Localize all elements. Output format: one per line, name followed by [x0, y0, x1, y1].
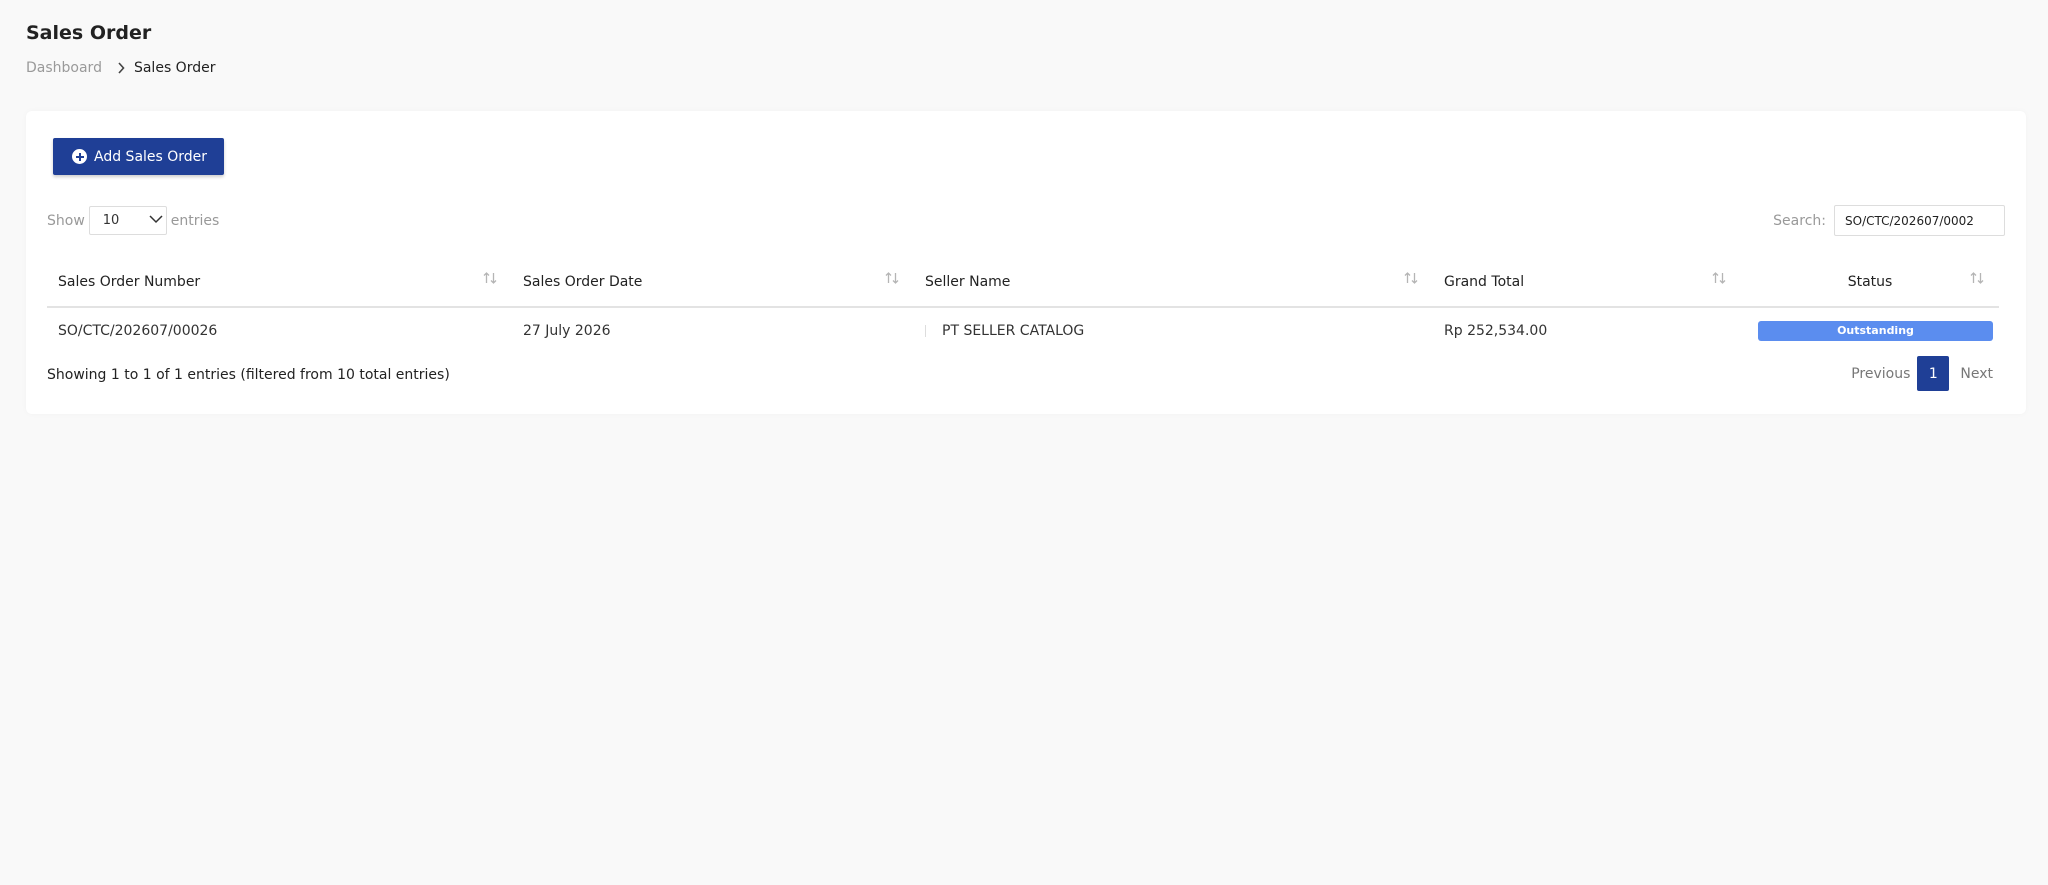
breadcrumb-dashboard-link[interactable]: Dashboard [26, 60, 102, 76]
entries-select[interactable]: 10 [88, 206, 167, 235]
search-label: Search: [1773, 212, 1826, 229]
entries-label: entries [170, 212, 220, 229]
sort-icon [482, 271, 498, 289]
sales-order-table: Sales Order Number Sales Order Date Sell… [47, 257, 1999, 353]
breadcrumb-current: Sales Order [133, 60, 216, 76]
chevron-right-icon [117, 62, 125, 74]
sort-icon [1711, 271, 1727, 289]
search-control: Search: [1773, 205, 2005, 236]
sort-icon [884, 271, 900, 289]
table-row[interactable]: SO/CTC/202607/00026 27 July 2026 PT SELL… [47, 307, 1999, 353]
column-label: Sales Order Number [58, 273, 201, 290]
search-input[interactable] [1834, 205, 2005, 236]
column-header-status[interactable]: Status [1741, 257, 1999, 308]
status-badge: Outstanding [1758, 320, 1993, 341]
seller-logo-placeholder [925, 324, 926, 337]
column-header-sales-order-number[interactable]: Sales Order Number [47, 257, 512, 308]
sort-icon [1969, 271, 1985, 289]
pagination-next[interactable]: Next [1960, 366, 1993, 382]
page-title: Sales Order [26, 22, 152, 44]
cell-seller-name: PT SELLER CATALOG [914, 307, 1433, 353]
sort-icon [1403, 271, 1419, 289]
show-label: Show [47, 212, 85, 229]
breadcrumb: Dashboard Sales Order [26, 60, 215, 76]
plus-circle-icon [72, 149, 87, 164]
column-label: Sales Order Date [523, 273, 643, 290]
cell-sales-order-number: SO/CTC/202607/00026 [58, 322, 218, 339]
cell-grand-total: Rp 252,534.00 [1444, 322, 1548, 339]
entries-length-control: Show 10 entries [47, 206, 219, 235]
add-sales-order-button[interactable]: Add Sales Order [53, 138, 224, 175]
column-label: Grand Total [1444, 273, 1525, 290]
pagination-previous[interactable]: Previous [1851, 366, 1910, 382]
pagination-page-1[interactable]: 1 [1917, 356, 1950, 391]
entries-select-value: 10 [102, 213, 120, 228]
chevron-down-icon [148, 213, 164, 228]
column-label: Seller Name [925, 273, 1011, 290]
column-header-seller-name[interactable]: Seller Name [914, 257, 1433, 308]
column-header-grand-total[interactable]: Grand Total [1433, 257, 1741, 308]
table-info: Showing 1 to 1 of 1 entries (filtered fr… [47, 367, 450, 383]
pagination: Previous 1 Next [1851, 356, 2005, 391]
column-label: Status [1847, 273, 1893, 290]
cell-status: Outstanding [1741, 307, 1999, 353]
add-sales-order-label: Add Sales Order [94, 148, 208, 165]
cell-sales-order-date: 27 July 2026 [523, 322, 611, 339]
seller-name-text: PT SELLER CATALOG [942, 322, 1085, 339]
table-header-row: Sales Order Number Sales Order Date Sell… [47, 257, 1999, 308]
sales-order-card: Add Sales Order Show 10 entries Search: … [26, 111, 2026, 414]
column-header-sales-order-date[interactable]: Sales Order Date [512, 257, 914, 308]
